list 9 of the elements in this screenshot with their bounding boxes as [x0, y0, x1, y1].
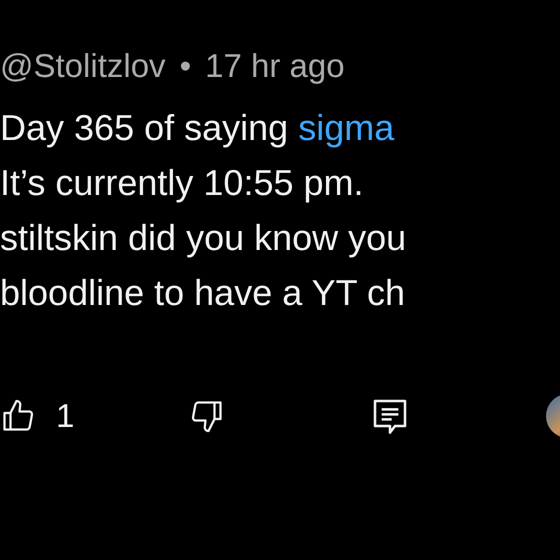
- comment-text: Day 365 of saying sigma: [0, 106, 396, 150]
- comment-text: stiltskin did you know you: [0, 216, 408, 260]
- comment-text: It’s currently 10:55 pm.: [0, 161, 364, 205]
- comment-author[interactable]: @Stolitzlov: [0, 44, 166, 88]
- comment-time: 17 hr ago: [205, 46, 345, 86]
- like-count: 1: [56, 397, 74, 435]
- separator-dot: •: [180, 46, 192, 86]
- comment-text: bloodline to have a YT ch: [0, 271, 406, 315]
- hashtag-link[interactable]: sigma: [298, 107, 394, 148]
